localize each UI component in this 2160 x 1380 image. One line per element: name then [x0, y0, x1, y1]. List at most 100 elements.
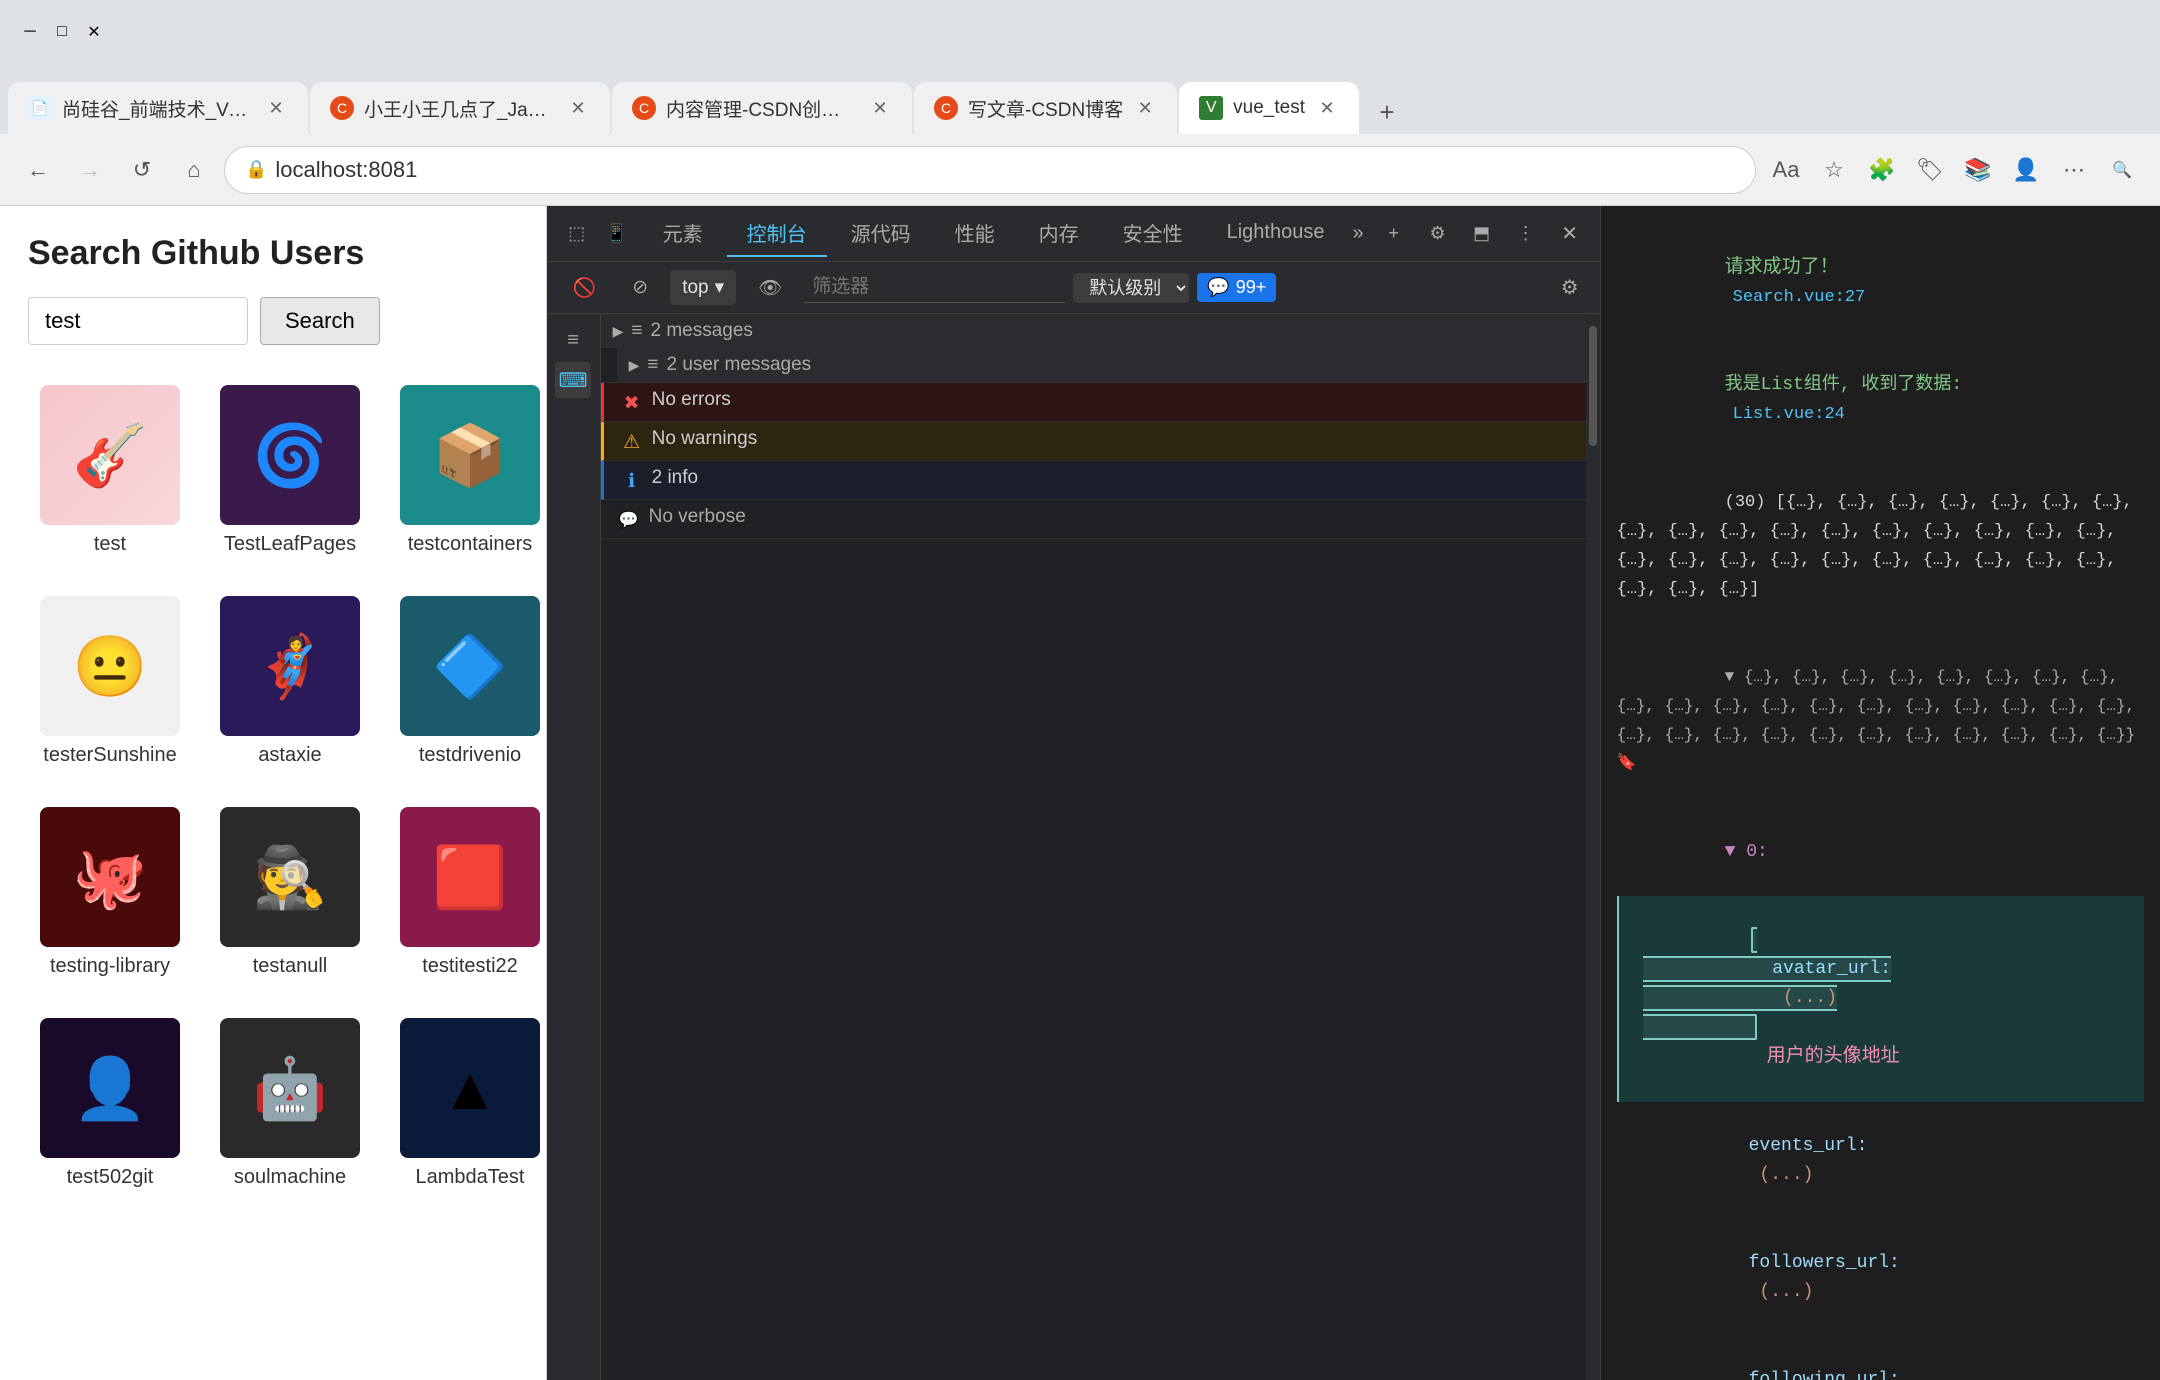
devtools-clear-button[interactable]: 🚫 [559, 270, 611, 306]
user-name-astaxie: astaxie [258, 744, 321, 767]
browser-chrome: ─ □ ✕ 📄 尚硅谷_前端技术_Vue全家桶p... ✕ C 小王小王几点了_… [0, 0, 2160, 206]
user-card-testersunshine[interactable]: 😐 testerSunshine [28, 584, 192, 779]
user-card-lambdatest[interactable]: ▲ LambdaTest [388, 1006, 547, 1201]
list-msg-text: 我是List组件, 收到了数据: [1725, 375, 1963, 395]
devtools-tab-console[interactable]: 控制台 [727, 210, 827, 257]
code-line-events-url[interactable]: events_url: (...) [1617, 1102, 2144, 1219]
sidebar-console-icon[interactable]: ⌨ [555, 362, 591, 398]
tab-3-close[interactable]: ✕ [868, 96, 892, 120]
user-name-lambdatest: LambdaTest [416, 1166, 525, 1189]
tab-5-title: vue_test [1233, 97, 1305, 119]
tab-5[interactable]: V vue_test ✕ [1179, 82, 1359, 134]
user-card-testitesti22[interactable]: 🟥 testitesti22 [388, 795, 547, 990]
user-name-testing-library: testing-library [50, 955, 170, 978]
refresh-button[interactable]: ↺ [120, 148, 164, 192]
user-grid: 🎸 test 🌀 TestLeafPages 📦 testcontainers [28, 373, 518, 1201]
tab-2-close[interactable]: ✕ [566, 96, 590, 120]
console-no-warnings[interactable]: ⚠ No warnings [601, 422, 1586, 461]
user-name-testdrivenio: testdrivenio [419, 744, 521, 767]
expand-icon-2: ▶ [629, 357, 640, 374]
coupon-icon[interactable]: 🏷 [1908, 148, 1952, 192]
events-url-key: events_url: [1749, 1136, 1868, 1156]
devtools-inspect-icon[interactable]: ⬚ [559, 216, 595, 252]
maximize-button[interactable]: □ [48, 18, 76, 46]
new-tab-button[interactable]: + [1365, 90, 1409, 134]
list-vue-link[interactable]: List.vue:24 [1733, 405, 1845, 424]
user-card-testcontainers[interactable]: 📦 testcontainers [388, 373, 547, 568]
console-no-errors[interactable]: ✖ No errors [601, 383, 1586, 422]
devtools-more-button[interactable]: ⋮ [1508, 216, 1544, 252]
collections-icon[interactable]: 📚 [1956, 148, 2000, 192]
tab-3[interactable]: C 内容管理-CSDN创作中心 ✕ [612, 82, 912, 134]
console-info[interactable]: ℹ 2 info [601, 461, 1586, 500]
user-card-testanull[interactable]: 🕵 testanull [208, 795, 372, 990]
message-count-badge[interactable]: 💬 99+ [1197, 273, 1276, 302]
devtools-gear-icon[interactable]: ⚙ [1552, 270, 1588, 306]
user-card-testdrivenio[interactable]: 🔷 testdrivenio [388, 584, 547, 779]
close-button[interactable]: ✕ [80, 18, 108, 46]
devtools-filter-button[interactable]: ⊘ [618, 270, 662, 305]
devtools-mobile-icon[interactable]: 📱 [599, 216, 635, 252]
address-bar[interactable]: 🔒 localhost:8081 [224, 146, 1756, 194]
devtools-eye-button[interactable]: 👁 [744, 270, 796, 306]
console-group-header-user-messages[interactable]: ▶ ≡ 2 user messages [617, 348, 1586, 382]
devtools-tab-elements[interactable]: 元素 [643, 210, 723, 257]
user-avatar-testanull: 🕵 [220, 807, 360, 947]
tab-5-close[interactable]: ✕ [1315, 96, 1339, 120]
extensions-icon[interactable]: 🧩 [1860, 148, 1904, 192]
user-card-test502git[interactable]: 👤 test502git [28, 1006, 192, 1201]
devtools-add-button[interactable]: + [1376, 216, 1412, 252]
title-bar: ─ □ ✕ [0, 0, 2160, 64]
back-button[interactable]: ← [16, 148, 60, 192]
tab-4[interactable]: C 写文章-CSDN博客 ✕ [914, 82, 1177, 134]
devtools-scrollbar[interactable] [1586, 314, 1600, 1380]
tab-2-title: 小王小王几点了_JavaScript,CS... [364, 95, 556, 122]
search-input[interactable] [28, 297, 248, 345]
more-icon[interactable]: ⋯ [2052, 148, 2096, 192]
devtools-top-dropdown[interactable]: top ▾ [670, 270, 736, 305]
user-card-soulmachine[interactable]: 🤖 soulmachine [208, 1006, 372, 1201]
filter-input[interactable] [804, 272, 1065, 303]
devtools-dock-button[interactable]: ⬒ [1464, 216, 1500, 252]
user-name-soulmachine: soulmachine [234, 1166, 346, 1189]
tab-4-close[interactable]: ✕ [1133, 96, 1157, 120]
search-row: Search [28, 297, 518, 345]
tab-1[interactable]: 📄 尚硅谷_前端技术_Vue全家桶p... ✕ [8, 82, 308, 134]
info-label: 2 info [652, 467, 1570, 489]
code-line-following-url[interactable]: following_url: (...) [1617, 1336, 2144, 1380]
devtools-tab-performance[interactable]: 性能 [935, 210, 1015, 257]
tab-3-favicon: C [632, 96, 656, 120]
devtools-tab-security[interactable]: 安全性 [1103, 210, 1203, 257]
code-line-followers-url[interactable]: followers_url: (...) [1617, 1219, 2144, 1336]
user-card-test[interactable]: 🎸 test [28, 373, 192, 568]
read-mode-icon[interactable]: Aa [1764, 148, 1808, 192]
devtools-tab-sources[interactable]: 源代码 [831, 210, 931, 257]
profile-icon[interactable]: 👤 [2004, 148, 2048, 192]
forward-button[interactable]: → [68, 148, 112, 192]
tab-1-close[interactable]: ✕ [264, 96, 288, 120]
scrollbar-thumb [1589, 326, 1597, 446]
search-button[interactable]: Search [260, 297, 380, 345]
user-card-testing-library[interactable]: 🐙 testing-library [28, 795, 192, 990]
level-select[interactable]: 默认级别 [1073, 273, 1189, 303]
devtools-close-button[interactable]: ✕ [1552, 216, 1588, 252]
devtools-settings-button[interactable]: ⚙ [1420, 216, 1456, 252]
devtools-tab-lighthouse[interactable]: Lighthouse [1207, 213, 1345, 254]
search-vue-link[interactable]: Search.vue:27 [1733, 288, 1866, 307]
devtools-tab-memory[interactable]: 内存 [1019, 210, 1099, 257]
home-button[interactable]: ⌂ [172, 148, 216, 192]
code-line-avatar-url[interactable]: avatar_url: (...) 用户的头像地址 [1617, 896, 2144, 1102]
tab-bar: 📄 尚硅谷_前端技术_Vue全家桶p... ✕ C 小王小王几点了_JavaSc… [0, 64, 2160, 134]
sidebar-messages-icon[interactable]: ≡ [555, 322, 591, 358]
dropdown-chevron-icon: ▾ [715, 276, 725, 299]
verbose-icon: 💬 [617, 508, 641, 532]
user-card-testleafpages[interactable]: 🌀 TestLeafPages [208, 373, 372, 568]
devtools-tab-more[interactable]: » [1348, 218, 1367, 249]
user-card-astaxie[interactable]: 🦸 astaxie [208, 584, 372, 779]
console-group-header-messages[interactable]: ▶ ≡ 2 messages [601, 314, 1586, 348]
devtools-icon[interactable]: 🔍 [2100, 148, 2144, 192]
tab-2[interactable]: C 小王小王几点了_JavaScript,CS... ✕ [310, 82, 610, 134]
bookmark-icon[interactable]: ☆ [1812, 148, 1856, 192]
console-no-verbose[interactable]: 💬 No verbose [601, 500, 1586, 539]
minimize-button[interactable]: ─ [16, 18, 44, 46]
